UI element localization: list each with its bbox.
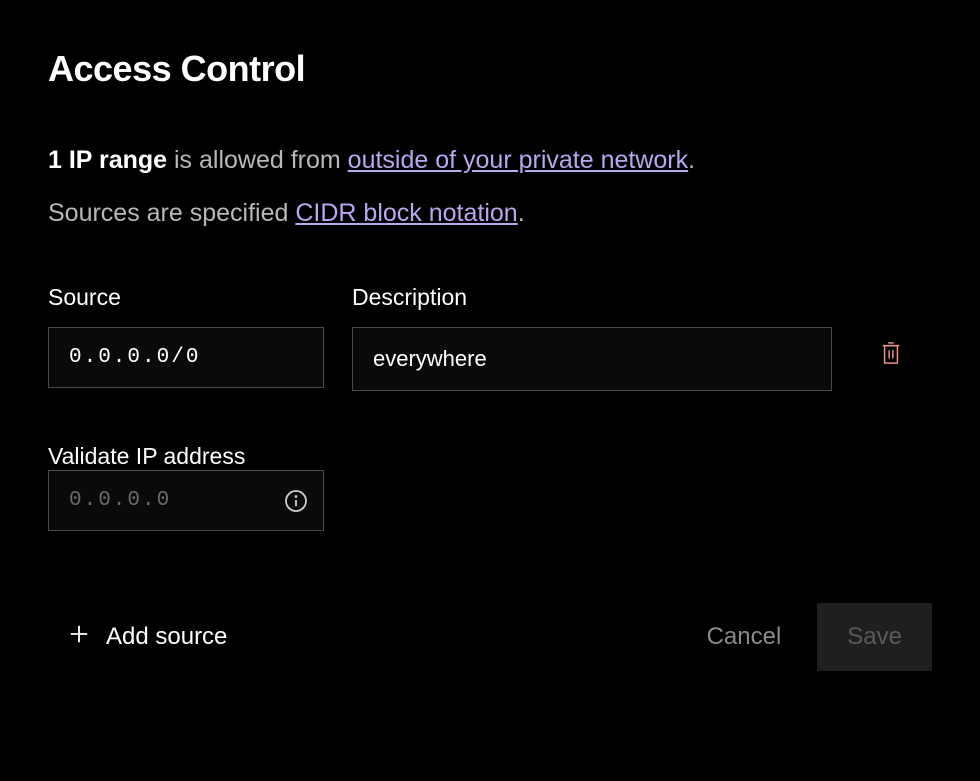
- validate-group: Validate IP address: [48, 443, 932, 531]
- save-button[interactable]: Save: [817, 603, 932, 671]
- info-icon[interactable]: [284, 489, 308, 513]
- description-label: Description: [352, 284, 832, 311]
- page-title: Access Control: [48, 48, 932, 90]
- validate-label: Validate IP address: [48, 443, 245, 469]
- plus-icon: [68, 623, 90, 652]
- add-source-label: Add source: [106, 623, 227, 651]
- description-field-group: Description: [352, 284, 832, 391]
- footer: Add source Cancel Save: [48, 603, 932, 671]
- source-field-group: Source: [48, 284, 324, 388]
- add-source-button[interactable]: Add source: [48, 613, 247, 662]
- cancel-button[interactable]: Cancel: [703, 615, 786, 659]
- source-label: Source: [48, 284, 324, 311]
- footer-actions: Cancel Save: [703, 603, 932, 671]
- ip-range-count: 1 IP range: [48, 146, 167, 174]
- outside-network-link[interactable]: outside of your private network: [348, 146, 688, 174]
- cidr-link[interactable]: CIDR block notation: [295, 199, 517, 227]
- summary-mid-text: is allowed from: [167, 146, 348, 174]
- delete-row-button[interactable]: [876, 336, 906, 373]
- trash-icon: [880, 340, 902, 369]
- source-input[interactable]: [48, 327, 324, 388]
- summary-period: .: [688, 146, 695, 174]
- cidr-prefix: Sources are specified: [48, 199, 295, 227]
- source-row: Source Description: [48, 284, 932, 391]
- cidr-info: Sources are specified CIDR block notatio…: [48, 199, 932, 228]
- validate-input-wrap: [48, 470, 324, 531]
- ip-range-summary: 1 IP range is allowed from outside of yo…: [48, 146, 932, 175]
- cidr-period: .: [518, 199, 525, 227]
- validate-input[interactable]: [48, 470, 324, 531]
- description-input[interactable]: [352, 327, 832, 391]
- form-area: Source Description Validate IP address: [48, 284, 932, 671]
